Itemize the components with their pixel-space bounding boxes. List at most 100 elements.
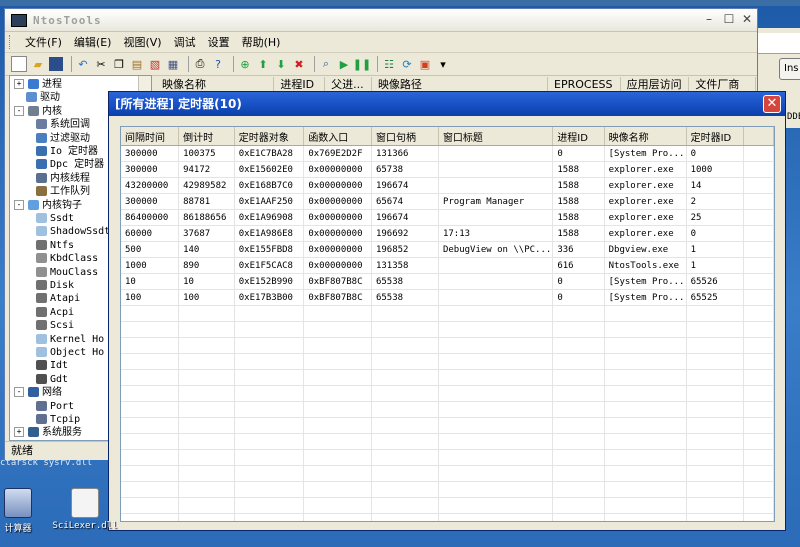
search-icon[interactable]: ⌕ [319, 57, 333, 71]
menu-view[interactable]: 视图(V) [117, 34, 167, 50]
table-row[interactable] [121, 353, 774, 370]
tree-item[interactable]: Idt [36, 359, 68, 372]
collapse-icon[interactable]: - [14, 105, 24, 116]
dialog-close-icon[interactable]: ✕ [763, 95, 781, 113]
tree-item[interactable]: 过滤驱动 [36, 132, 90, 145]
column-header[interactable]: 窗口标题 [438, 127, 554, 146]
desktop-icon-calculator[interactable]: 计算器 [0, 488, 36, 534]
table-row[interactable]: 300000 100375 0xE1C7BA28 0x769E2D2F 131366 0[… [121, 145, 774, 162]
column-header[interactable]: 定时器ID [686, 127, 745, 146]
tree-icon[interactable]: ☷ [382, 57, 396, 71]
menu-debug[interactable]: 调试 [168, 34, 202, 50]
tree-item[interactable]: Ssdt [36, 212, 74, 225]
tree-item[interactable]: Port [36, 400, 74, 413]
collapse-icon[interactable]: - [14, 387, 24, 398]
tree-item[interactable]: KbdClass [36, 252, 98, 265]
table-row[interactable] [121, 337, 774, 354]
arrow-down-icon[interactable]: ⬇ [274, 57, 288, 71]
column-header[interactable]: 进程ID [552, 127, 605, 146]
table-row[interactable] [121, 369, 774, 386]
table-row[interactable] [121, 513, 774, 521]
menu-edit[interactable]: 编辑(E) [68, 34, 118, 50]
tree-item[interactable]: Object Ho [36, 346, 104, 359]
expand-icon[interactable]: + [14, 79, 24, 89]
tree-item[interactable]: MouClass [36, 266, 98, 279]
table-row[interactable] [121, 321, 774, 338]
table-row[interactable] [121, 497, 774, 514]
table-row[interactable] [121, 481, 774, 498]
tree-item[interactable]: - 内核钩子 [14, 199, 82, 212]
tree-item[interactable]: Tcpip [36, 413, 80, 426]
table-row[interactable] [121, 449, 774, 466]
cut-icon[interactable]: ✂ [94, 57, 108, 71]
column-header[interactable]: 窗口句柄 [371, 127, 439, 146]
tree-item[interactable]: Dpc 定时器 [36, 158, 104, 171]
tree-item[interactable]: Scsi [36, 319, 74, 332]
chevron-down-icon[interactable]: ▾ [436, 57, 450, 71]
delete-page-icon[interactable]: ▧ [148, 57, 162, 71]
table-row[interactable] [121, 305, 774, 322]
tree-item[interactable]: Atapi [36, 292, 80, 305]
tree-item[interactable]: Gdt [36, 373, 68, 386]
expand-icon[interactable]: + [14, 427, 24, 438]
close-icon[interactable]: ✕ [739, 12, 755, 26]
help-icon[interactable]: ? [211, 57, 225, 71]
menu-settings[interactable]: 设置 [202, 34, 236, 50]
tree-item[interactable]: 系统回调 [36, 118, 90, 131]
desktop-icon-scilexer[interactable]: SciLexer.dll [52, 488, 118, 531]
copy-icon[interactable]: ❐ [112, 57, 126, 71]
table-row[interactable]: 86400000 86188656 0xE1A96908 0x00000000 1966… [121, 209, 774, 226]
table-row[interactable]: 60000 37687 0xE1A986E8 0x00000000 196692 17:1… [121, 225, 774, 242]
tree-item[interactable]: Disk [36, 279, 74, 292]
table-row[interactable]: 300000 94172 0xE15602E0 0x00000000 65738 1588… [121, 161, 774, 178]
table-row[interactable]: 10 10 0xE152B990 0xBF807B8C 65538 0 [System Pr… [121, 273, 774, 290]
pause-icon[interactable]: ❚❚ [353, 57, 371, 71]
save-icon[interactable] [49, 57, 63, 71]
tree-item[interactable]: - 内核 [14, 105, 62, 118]
title-bar[interactable]: NtosTools – ☐ ✕ [5, 9, 757, 32]
delete-icon[interactable]: ✖ [292, 57, 306, 71]
dialog-title-bar[interactable]: [所有进程] 定时器(10) ✕ [109, 92, 785, 116]
table-row[interactable] [121, 433, 774, 450]
table-row[interactable]: 1000 890 0xE1F5CAC8 0x00000000 131358 616 Ntos… [121, 257, 774, 274]
windows-icon[interactable]: ▣ [418, 57, 432, 71]
tree-item[interactable]: - 网络 [14, 386, 62, 399]
refresh-icon[interactable]: ⟳ [400, 57, 414, 71]
table-row[interactable]: 300000 88781 0xE1AAF250 0x00000000 65674 Prog… [121, 193, 774, 210]
add-icon[interactable]: ⊕ [238, 57, 252, 71]
menu-help[interactable]: 帮助(H) [236, 34, 287, 50]
tree-item[interactable]: Io 定时器 [36, 145, 98, 158]
arrow-up-icon[interactable]: ⬆ [256, 57, 270, 71]
undo-icon[interactable]: ↶ [76, 57, 90, 71]
new-icon[interactable] [11, 56, 27, 72]
table-row[interactable] [121, 401, 774, 418]
tree-item[interactable]: ShadowSsdt [36, 225, 110, 238]
table-row[interactable] [121, 385, 774, 402]
tree-item[interactable]: Kernel Ho [36, 333, 104, 346]
tree-item[interactable]: Ntfs [36, 239, 74, 252]
print-icon[interactable]: ⎙ [193, 57, 207, 71]
play-icon[interactable]: ▶ [337, 57, 351, 71]
tree-item[interactable]: Acpi [36, 306, 74, 319]
tree-item[interactable]: 工作队列 [36, 185, 90, 198]
open-folder-icon[interactable]: ▰ [31, 57, 45, 71]
maximize-button[interactable]: ☐ [721, 12, 737, 26]
background-install-button[interactable]: Ins [779, 58, 800, 80]
column-header[interactable]: 映像名称 [604, 127, 687, 146]
column-header[interactable]: 间隔时间 [121, 127, 180, 146]
table-row[interactable] [121, 417, 774, 434]
collapse-icon[interactable]: - [14, 199, 24, 210]
tree-item[interactable]: 内核线程 [36, 172, 90, 185]
minimize-button[interactable]: – [701, 12, 717, 26]
paste-icon[interactable]: ▤ [130, 57, 144, 71]
menu-file[interactable]: 文件(F) [19, 34, 68, 50]
column-header[interactable]: 定时器对象 [234, 127, 305, 146]
properties-icon[interactable]: ▦ [166, 57, 180, 71]
tree-item[interactable]: + 进程 [14, 78, 62, 91]
table-row[interactable]: 100 100 0xE17B3B00 0xBF807B8C 65538 0 [System … [121, 289, 774, 306]
table-row[interactable]: 43200000 42989582 0xE168B7C0 0x00000000 1966… [121, 177, 774, 194]
tree-item[interactable]: + 系统服务 [14, 426, 82, 439]
tree-item[interactable]: 驱动 [14, 91, 60, 104]
column-header[interactable]: 函数入口 [303, 127, 372, 146]
table-row[interactable] [121, 465, 774, 482]
